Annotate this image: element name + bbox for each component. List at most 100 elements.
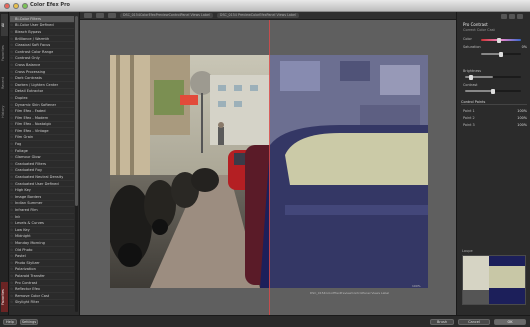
compare-icon[interactable]	[501, 14, 507, 19]
filter-list: ☆ Bi-Color Filters ☆ Bi-Color User Defined ☆…	[10, 16, 74, 307]
loupe-navigator[interactable]	[462, 255, 526, 305]
filter-list-item[interactable]: ☆ Polarization	[10, 267, 74, 274]
filter-list-item[interactable]: ☆ Dark Contrasts	[10, 75, 74, 82]
filter-list-item[interactable]: ☆ Contrast Color Range	[10, 49, 74, 56]
filter-list-item[interactable]: ☆ Glamour Glow	[10, 154, 74, 162]
contrast-slider-knob[interactable]	[491, 88, 495, 94]
reset-icon[interactable]	[509, 14, 515, 19]
color-slider-knob[interactable]	[497, 37, 501, 43]
filter-list-item[interactable]: ☆ Levels & Curves	[10, 220, 74, 227]
filter-list-item[interactable]: ☆ Image Borders	[10, 194, 74, 201]
ok-button[interactable]: OK	[494, 319, 526, 325]
brightness-slider-knob[interactable]	[469, 74, 473, 80]
tab-recent[interactable]: Recent	[1, 70, 8, 96]
filter-list-item[interactable]: ☆ Ink	[10, 214, 74, 221]
control-point-value: 100%	[517, 123, 527, 127]
filter-title: Pro Contrast	[463, 22, 488, 27]
filter-list-item[interactable]: ☆ Dynamic Skin Softener	[10, 102, 74, 109]
filter-list-item[interactable]: ☆ Indian Summer	[10, 201, 74, 208]
filter-list-item[interactable]: ☆ Graduated Neutral Density	[10, 174, 74, 181]
filter-list-item[interactable]: ☆ Reflector Efex	[10, 286, 74, 293]
filter-list-item[interactable]: ☆ Monday Morning	[10, 240, 74, 247]
file-info-mid: DSC_0154 PreviewColorEfexPanel Views Lab…	[216, 13, 299, 18]
filter-list-item[interactable]: ☆ Darken / Lighten Center	[10, 82, 74, 89]
filter-list-item[interactable]: ☆ Classical Soft Focus	[10, 42, 74, 49]
saturation-slider[interactable]	[481, 51, 521, 57]
zoom-level-label: 100%	[412, 284, 421, 288]
filter-list-item[interactable]: ☆ Photo Stylizer	[10, 260, 74, 267]
brightness-label: Brightness	[463, 69, 482, 73]
filter-list-item[interactable]: ☆ High Key	[10, 187, 74, 195]
filter-list-item[interactable]: ☆ Graduated Filters	[10, 161, 74, 168]
filter-list-item[interactable]: ☆ Graduated User Defined	[10, 181, 74, 188]
filter-list-item[interactable]: ☆ Midnight	[10, 234, 74, 241]
filter-list-item[interactable]: ☆ Film Efex - Vintage	[10, 128, 74, 135]
contrast-label: Contrast	[463, 83, 478, 87]
filter-list-item[interactable]: ☆ Cross Processing	[10, 69, 74, 76]
filter-name: Ink	[15, 214, 21, 219]
filter-list-item[interactable]: ☆ Bi-Color Filters	[10, 16, 74, 23]
close-window-button[interactable]	[4, 3, 10, 9]
filter-list-item[interactable]: ☆ Contrast Only	[10, 56, 74, 63]
filter-list-item[interactable]: ☆ Bleach Bypass	[10, 29, 74, 36]
image-preview[interactable]: 100% DSC_0154ColorEfexPreviewControlPane…	[80, 20, 456, 315]
filter-list-item[interactable]: ☆ Film Efex - Nostalgic	[10, 122, 74, 129]
brush-button[interactable]: Brush	[430, 319, 454, 325]
filter-list-item[interactable]: ☆ Skylight Filter	[10, 300, 74, 307]
contrast-slider[interactable]	[465, 88, 521, 94]
tab-favorites-highlight[interactable]: Favorites	[1, 282, 8, 312]
settings-button[interactable]: Settings	[20, 319, 38, 325]
filter-list-item[interactable]: ☆ Foliage	[10, 148, 74, 155]
filter-list-item[interactable]: ☆ Duplex	[10, 95, 74, 102]
filter-list-item[interactable]: ☆ Fog	[10, 141, 74, 148]
filter-list-item[interactable]: ☆ Pastel	[10, 253, 74, 260]
filter-name: Old Photo	[15, 247, 33, 252]
control-point-row[interactable]: Point 1 100%	[463, 108, 527, 114]
filter-name: Contrast Color Range	[15, 49, 54, 54]
filter-list-item[interactable]: ☆ Graduated Fog	[10, 168, 74, 175]
control-points-header[interactable]: Control Points	[461, 100, 527, 105]
filter-name: Dynamic Skin Softener	[15, 102, 57, 107]
filter-name: Film Efex - Faded	[15, 109, 46, 114]
tab-all[interactable]: All	[1, 14, 8, 36]
scrollbar-thumb[interactable]	[75, 16, 78, 206]
filter-list-item[interactable]: ☆ Polaroid Transfer	[10, 273, 74, 280]
filter-list-item[interactable]: ☆ Old Photo	[10, 247, 74, 254]
control-point-label: Point 1	[463, 109, 475, 113]
filter-list-item[interactable]: ☆ Film Efex - Faded	[10, 108, 74, 115]
single-view-button[interactable]	[84, 13, 92, 18]
split-view-button[interactable]	[96, 13, 104, 18]
zoom-window-button[interactable]	[22, 3, 28, 9]
filter-list-item[interactable]: ☆ Brilliance / Warmth	[10, 36, 74, 43]
history-icon[interactable]	[517, 14, 523, 19]
control-point-row[interactable]: Point 2 100%	[463, 115, 527, 121]
filter-list-item[interactable]: ☆ Film Grain	[10, 135, 74, 142]
tab-history[interactable]: History	[1, 98, 8, 126]
filter-list-item[interactable]: ☆ Low Key	[10, 227, 74, 234]
filter-list-item[interactable]: ☆ Cross Balance	[10, 62, 74, 69]
control-point-row[interactable]: Point 3 100%	[463, 122, 527, 128]
control-point-label: Point 2	[463, 116, 475, 120]
filter-list-item[interactable]: ☆ Bi-Color User Defined	[10, 23, 74, 30]
help-button[interactable]: Help	[3, 319, 17, 325]
color-slider[interactable]	[481, 37, 521, 43]
filter-name: Bi-Color Filters	[15, 16, 42, 21]
minimize-window-button[interactable]	[13, 3, 19, 9]
brightness-slider[interactable]	[465, 74, 521, 80]
tab-favorites[interactable]: Favorites	[1, 38, 8, 68]
filter-name: Glamour Glow	[15, 155, 41, 160]
filter-list-item[interactable]: ☆ Detail Extractor	[10, 89, 74, 96]
filter-list-item[interactable]: ☆ Infrared Film	[10, 207, 74, 214]
preview-caption: DSC_0154ColorEfexPreviewControlPanel Vie…	[310, 291, 390, 295]
category-tabs: All Favorites Recent History Favorites	[0, 12, 9, 315]
filter-list-scrollbar[interactable]	[75, 16, 78, 312]
filter-list-item[interactable]: ☆ Film Efex - Modern	[10, 115, 74, 122]
split-preview-divider[interactable]	[269, 20, 270, 315]
filter-list-item[interactable]: ☆ Pro Contrast	[10, 280, 74, 287]
cancel-button[interactable]: Cancel	[458, 319, 490, 325]
filter-name: Bleach Bypass	[15, 29, 42, 34]
filter-name: Brilliance / Warmth	[15, 36, 50, 41]
filter-list-item[interactable]: ☆ Remove Color Cast	[10, 293, 74, 300]
saturation-slider-knob[interactable]	[499, 51, 503, 57]
side-by-side-button[interactable]	[108, 13, 116, 18]
